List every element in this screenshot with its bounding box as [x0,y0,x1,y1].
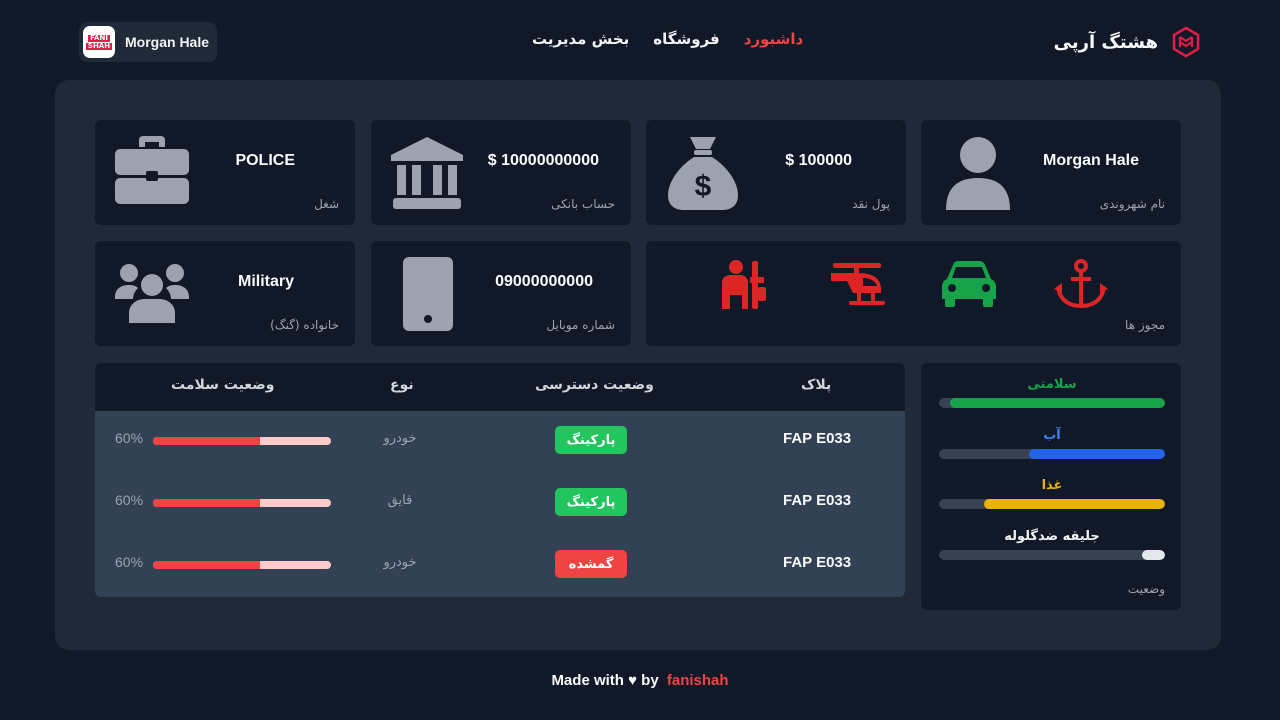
player-status-card: سلامتی آب غذا جلیقه ضدگلوله وضعیت [921,363,1181,610]
stat-health: سلامتی [939,377,1165,408]
dashboard-panel: Morgan Hale نام شهروندی $ $ 100000 پول ن… [55,80,1221,650]
job-card: POLICE شغل [95,120,355,225]
health-bar [153,561,331,569]
family-label: خانواده (گنگ) [270,318,339,332]
health-bar-fill [153,437,260,445]
stat-bar [939,550,1165,560]
user-avatar-logo: FANI SHAH [83,26,115,58]
stat-bar-fill [1029,449,1165,459]
helicopter-icon [831,263,885,305]
vehicle-plate: FAP E033 [783,554,852,571]
health-percent: 60% [115,554,144,570]
car-icon [942,261,996,307]
stat-armor: جلیقه ضدگلوله [939,529,1165,560]
users-icon [115,264,189,323]
hexagon-logo-icon [1172,26,1200,58]
health-bar-fill [153,499,260,507]
stat-label: آب [1043,428,1061,443]
job-value: POLICE [235,152,295,169]
access-status-badge: پارکینگ [555,426,627,454]
health-percent: 60% [115,492,144,508]
health-bar [153,437,331,445]
table-header: پلاک وضعیت دسترسی نوع وضعیت سلامت [95,363,905,411]
stat-label: غذا [1041,478,1063,493]
briefcase-icon [115,136,189,204]
header-health: وضعیت سلامت [171,377,275,393]
bank-icon [391,137,463,209]
health-percent: 60% [115,430,144,446]
footer: Made with ♥ by fanishah [0,672,1280,689]
main-nav: داشبورد فروشگاه بخش مدیریت [532,30,803,54]
brand[interactable]: هشتگ آرپی [1054,24,1202,60]
svg-text:$: $ [695,170,712,203]
vehicle-type: قایق [387,493,413,508]
family-card: Military خانواده (گنگ) [95,241,355,346]
health-bar-fill [153,561,260,569]
nav-dashboard[interactable]: داشبورد [744,30,803,54]
bank-label: حساب بانکی [551,197,615,211]
logo-text-line1: FANI [88,33,110,42]
nav-shop[interactable]: فروشگاه [653,30,719,54]
header-type: نوع [390,377,414,393]
phone-value: 09000000000 [495,273,593,290]
header-plate: پلاک [801,377,832,393]
access-status-badge: پارکینگ [555,488,627,516]
user-icon [946,137,1010,210]
stat-bar [939,499,1165,509]
citizen-name-card: Morgan Hale نام شهروندی [921,120,1181,225]
table-row[interactable]: FAP E033 پارکینگ قایق 60% [95,472,905,534]
cash-card: $ $ 100000 پول نقد [646,120,906,225]
citizen-name-value: Morgan Hale [1042,152,1139,169]
licenses-label: مجوز ها [1125,318,1165,332]
user-name: Morgan Hale [125,34,210,50]
phone-icon [403,257,453,331]
phone-label: شماره موبایل [546,318,615,332]
vehicles-table: پلاک وضعیت دسترسی نوع وضعیت سلامت FAP E0… [95,363,905,597]
cash-label: پول نقد [852,197,890,211]
anchor-icon [1054,259,1108,309]
cash-value: $ 100000 [785,152,852,169]
stat-bar-fill [950,398,1165,408]
citizen-name-label: نام شهروندی [1099,197,1165,211]
stat-bar [939,449,1165,459]
money-bag-icon: $ [668,137,738,210]
logo-text-line2: SHAH [85,41,113,50]
table-row[interactable]: FAP E033 گمشده خودرو 60% [95,534,905,596]
vehicle-type: خودرو [383,431,417,446]
access-status-badge: گمشده [555,550,627,578]
vehicle-plate: FAP E033 [783,430,852,447]
job-label: شغل [314,197,339,211]
stat-label: سلامتی [1027,377,1077,392]
stat-bar-fill [984,499,1165,509]
licenses-card: مجوز ها [646,241,1181,346]
table-row[interactable]: FAP E033 پارکینگ خودرو 60% [95,410,905,472]
status-label: وضعیت [1127,582,1165,596]
stat-label: جلیقه ضدگلوله [1004,529,1100,544]
health-bar [153,499,331,507]
stat-bar-fill [1142,550,1165,560]
brand-name: هشتگ آرپی [1053,31,1158,53]
bank-value: $ 10000000000 [487,152,599,169]
gun-license-icon [722,260,766,309]
stat-water: آب [939,428,1165,459]
footer-text: Made with ♥ by [551,672,659,689]
family-value: Military [237,273,294,290]
author-link[interactable]: fanishah [667,672,729,689]
phone-card: 09000000000 شماره موبایل [371,241,631,346]
top-bar: FANI SHAH Morgan Hale داشبورد فروشگاه بخ… [0,0,1280,84]
user-profile-chip[interactable]: FANI SHAH Morgan Hale [79,22,217,62]
vehicle-type: خودرو [383,555,417,570]
stat-bar [939,398,1165,408]
stat-food: غذا [939,478,1165,509]
nav-admin[interactable]: بخش مدیریت [532,30,629,54]
bank-card: $ 10000000000 حساب بانکی [371,120,631,225]
vehicle-plate: FAP E033 [783,492,852,509]
header-access: وضعیت دسترسی [535,377,654,393]
